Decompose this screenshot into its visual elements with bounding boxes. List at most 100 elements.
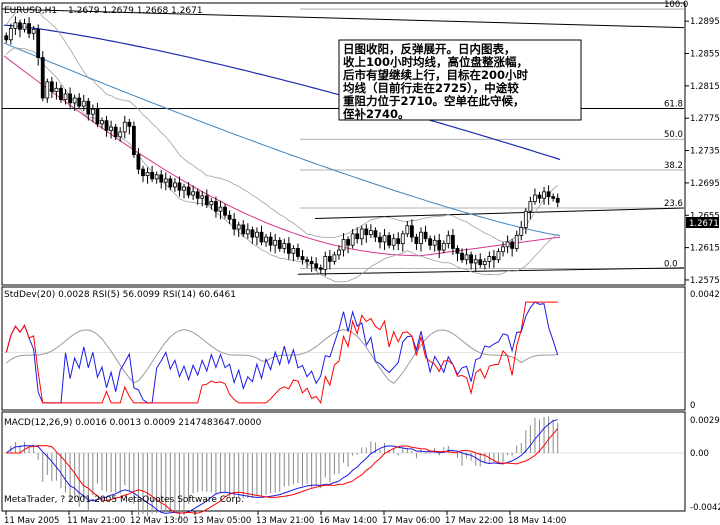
time-tick-label: 12 Mav 13:00 <box>130 516 188 525</box>
price-tick-label: 1.2815 <box>690 82 720 92</box>
price-tick-label: 1.2735 <box>690 147 720 157</box>
candle-body <box>446 235 451 244</box>
candle-body <box>186 186 191 196</box>
candle-body <box>145 171 150 177</box>
candle-body <box>81 100 86 107</box>
macd-tick-label: 0.00 <box>690 449 709 459</box>
candle-body <box>460 252 464 261</box>
candle-body <box>182 186 186 191</box>
candle-body <box>273 239 278 246</box>
fibo-label: 23.6 <box>664 199 683 209</box>
candle-body <box>154 174 159 180</box>
candle-body <box>127 121 132 127</box>
candle-body <box>241 224 246 235</box>
candle-body <box>514 235 519 249</box>
candle-body <box>250 229 255 238</box>
candle-body <box>432 239 437 246</box>
candle-body <box>136 154 141 170</box>
candle-body <box>259 231 264 243</box>
candle-body <box>414 236 419 244</box>
candle-body <box>4 35 9 41</box>
chart-window[interactable]: 100.061.850.038.223.60.0 0.00420 0.00290… <box>0 0 720 525</box>
candle-body <box>195 191 200 199</box>
candle-body <box>173 182 177 188</box>
candle-body <box>355 233 360 240</box>
macd-title: MACD(12,26,9) 0.0016 0.0013 0.0009 21474… <box>4 418 262 428</box>
candle-body <box>296 248 300 257</box>
time-tick-label: 17 Mav 22:00 <box>445 516 503 525</box>
note-line-5: 重阻力位于2710。空单在此守候， <box>343 94 525 108</box>
copyright-footer: MetaTrader, ? 2001-2005 MetaQuotes Softw… <box>4 495 244 505</box>
candle-body <box>327 256 332 262</box>
candle-body <box>305 259 309 262</box>
candle-body <box>378 236 382 243</box>
fibo-label: 38.2 <box>664 161 683 171</box>
time-tick-label: 11 Mav 21:00 <box>67 516 125 525</box>
candle-body <box>528 201 533 212</box>
candle-body <box>437 239 442 251</box>
time-tick-label: 17 Mav 06:00 <box>382 516 440 525</box>
candle-body <box>113 126 118 138</box>
candle-body <box>409 225 414 238</box>
candle-body <box>31 28 36 34</box>
candle-body <box>68 93 72 104</box>
candle-body <box>109 126 113 131</box>
candle-body <box>346 239 350 246</box>
candle-body <box>150 171 155 180</box>
candle-body <box>49 81 54 92</box>
candle-body <box>423 231 428 240</box>
candle-body <box>473 259 478 264</box>
candle-body <box>501 246 505 253</box>
candle-body <box>264 236 268 243</box>
candle-body <box>13 22 18 29</box>
macd-tick-label: -0.0042 <box>690 503 720 513</box>
candle-body <box>232 218 237 230</box>
current-price-tag: 1.2671 <box>686 217 719 229</box>
note-line-4: 均线（目前行走在2725），中途较 <box>343 81 519 95</box>
candle-body <box>551 196 556 199</box>
candle-body <box>350 233 355 246</box>
candle-body <box>159 174 164 183</box>
candle-body <box>387 235 391 246</box>
candle-body <box>77 97 82 107</box>
candle-body <box>537 194 542 199</box>
oscillator-panel[interactable] <box>1 286 686 411</box>
candle-body <box>364 228 369 236</box>
candle-body <box>72 97 77 104</box>
candle-body <box>359 228 364 240</box>
candle-body <box>533 194 537 202</box>
candle-body <box>131 125 136 156</box>
note-line-6: 侄补2740。 <box>343 107 410 121</box>
candle-body <box>332 254 337 262</box>
candle-body <box>341 239 346 251</box>
osc-tick-label: 0.0042 <box>690 290 720 300</box>
candle-body <box>227 214 232 220</box>
symbol-label: EURUSD,H1 <box>4 6 57 16</box>
candle-body <box>368 230 373 236</box>
candle-body <box>487 256 492 262</box>
candle-body <box>223 206 227 216</box>
candle-body <box>382 235 387 243</box>
candle-body <box>396 238 401 244</box>
candle-body <box>337 249 341 256</box>
note-line-2: 收上100小时均线，高位盘整涨幅， <box>343 55 528 69</box>
candle-body <box>323 256 328 270</box>
candle-body <box>245 229 250 235</box>
candle-body <box>63 93 68 101</box>
price-tick-label: 1.2615 <box>690 244 720 254</box>
candle-body <box>209 201 214 206</box>
candle-body <box>36 28 41 58</box>
candle-body <box>214 201 218 212</box>
candle-body <box>309 260 314 265</box>
candle-body <box>291 248 296 254</box>
osc-tick-label: 0 <box>690 401 695 411</box>
candle-body <box>428 238 433 246</box>
oscillator-title: StdDev(20) 0.0028 RSI(5) 56.0099 RSI(14)… <box>4 290 236 300</box>
candle-body <box>282 243 287 249</box>
candle-body <box>236 224 241 230</box>
candle-body <box>451 235 455 249</box>
candle-body <box>455 248 460 254</box>
candle-body <box>469 254 474 264</box>
candle-body <box>478 259 483 265</box>
candle-body <box>373 230 378 238</box>
